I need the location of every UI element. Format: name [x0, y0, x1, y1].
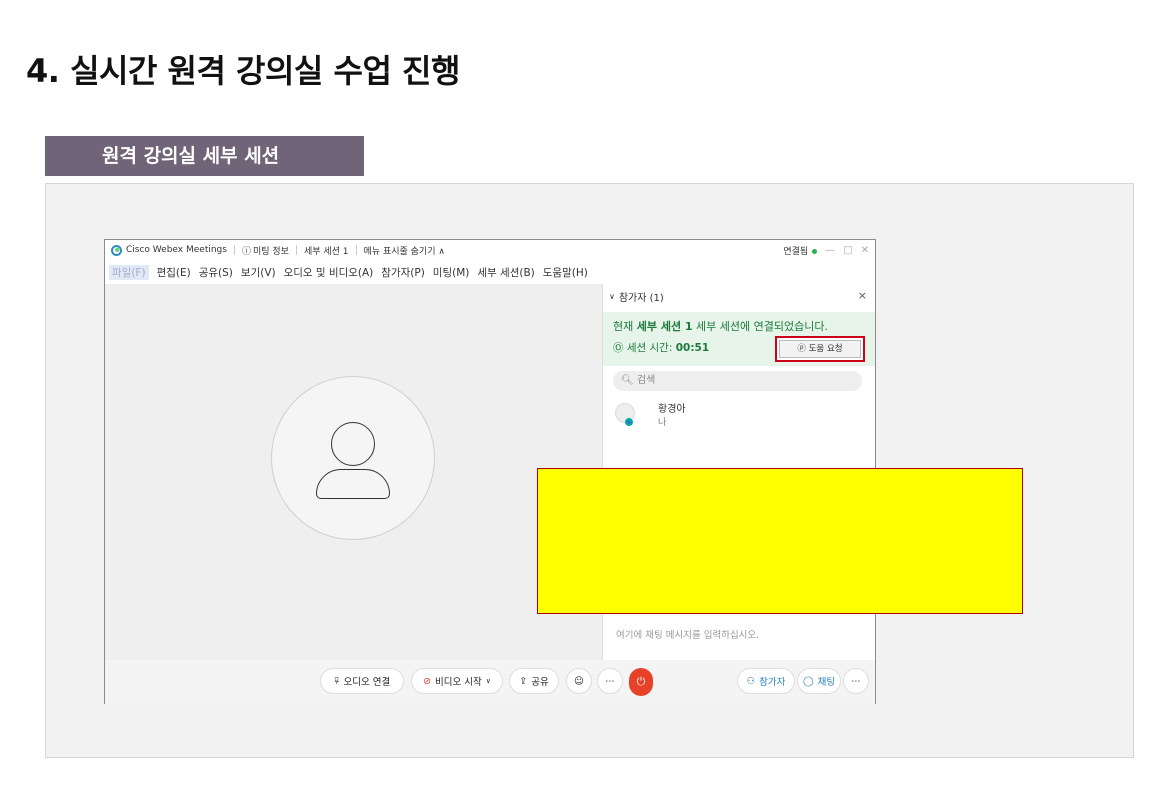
help-icon: ⓟ — [797, 344, 809, 354]
people-icon: ⚇ — [746, 675, 756, 687]
audio-connect-button[interactable]: ⍫ 오디오 연결 — [320, 668, 404, 694]
menu-share[interactable]: 공유(S) — [199, 265, 233, 280]
minimize-icon[interactable]: — — [825, 245, 835, 256]
chevron-down-icon: ∨ — [609, 291, 615, 301]
meeting-toolbar: ⍫ 오디오 연결 ⊘ 비디오 시작 ∨ ⇪ 공유 ☺ ⋯ ⏻ ⚇ 참가자 ◯ 채팅 ⋯ — [105, 660, 875, 704]
connection-status: 연결됨 — [783, 244, 818, 257]
participant-status-icon — [625, 418, 633, 426]
panel-close-icon[interactable]: × — [858, 289, 867, 302]
section-label: 원격 강의실 세부 세션 — [45, 136, 364, 176]
video-start-button[interactable]: ⊘ 비디오 시작 ∨ — [411, 668, 503, 694]
participants-button[interactable]: ⚇ 참가자 — [737, 668, 795, 694]
chat-icon: ◯ — [802, 675, 814, 687]
leave-icon: ⏻ — [636, 675, 646, 688]
avatar-head-icon — [331, 422, 375, 466]
breakout-notice: 현재 세부 세션 1 세부 세션에 연결되었습니다. Ⓞ 세션 시간: 00:5… — [603, 312, 875, 366]
audio-icon: ⍫ — [333, 675, 340, 687]
avatar-body-icon — [316, 469, 390, 499]
maximize-icon[interactable]: □ — [843, 245, 852, 256]
menu-help[interactable]: 도움말(H) — [543, 265, 588, 280]
video-off-icon: ⊘ — [423, 675, 432, 687]
hide-menu-button[interactable]: 메뉴 표시줄 숨기기 ∧ — [364, 244, 445, 257]
menu-file[interactable]: 파일(F) — [109, 264, 149, 280]
share-icon: ⇪ — [519, 675, 528, 687]
chat-input[interactable]: 여기에 채팅 메시지를 입력하십시오. — [616, 627, 759, 641]
participants-header[interactable]: ∨ 참가자 (1) × — [603, 284, 875, 308]
search-icon: 🔍︎ — [621, 375, 637, 386]
title-bar: Cisco Webex Meetings ⓘ 미팅 정보 세부 세션 1 메뉴 … — [105, 240, 875, 260]
more-icon: ⋯ — [605, 675, 615, 687]
smiley-icon: ☺ — [574, 675, 584, 687]
meeting-info-button[interactable]: 미팅 정보 — [253, 244, 289, 257]
app-name: Cisco Webex Meetings — [126, 245, 227, 255]
share-button[interactable]: ⇪ 공유 — [509, 668, 559, 694]
participant-name: 황경아 — [658, 404, 686, 415]
participant-sub: 나 — [658, 418, 667, 428]
more-icon: ⋯ — [851, 675, 861, 687]
menu-audio-video[interactable]: 오디오 및 비디오(A) — [284, 265, 374, 280]
clock-icon: Ⓞ — [613, 342, 627, 354]
menu-edit[interactable]: 편집(E) — [157, 265, 191, 280]
user-avatar-placeholder — [271, 376, 435, 540]
redaction-overlay — [537, 468, 1023, 614]
more-options-button[interactable]: ⋯ — [597, 668, 623, 694]
reactions-button[interactable]: ☺ — [566, 668, 592, 694]
menu-breakout[interactable]: 세부 세션(B) — [477, 265, 534, 280]
video-area — [105, 284, 602, 660]
chevron-down-icon: ∨ — [485, 677, 491, 685]
panel-more-button[interactable]: ⋯ — [843, 668, 869, 694]
webex-logo-icon — [111, 244, 122, 256]
menu-bar: 파일(F) 편집(E) 공유(S) 보기(V) 오디오 및 비디오(A) 참가자… — [105, 263, 588, 281]
menu-meeting[interactable]: 미팅(M) — [433, 265, 470, 280]
chat-button[interactable]: ◯ 채팅 — [797, 668, 841, 694]
leave-meeting-button[interactable]: ⏻ — [629, 668, 653, 696]
search-input[interactable]: 🔍︎ 검색 — [613, 371, 862, 391]
menu-view[interactable]: 보기(V) — [241, 265, 276, 280]
slide-title: 4. 실시간 원격 강의실 수업 진행 — [26, 52, 460, 90]
close-icon[interactable]: ✕ — [861, 245, 869, 256]
help-request-button[interactable]: ⓟ 도움 요청 — [779, 340, 861, 358]
help-request-highlight: ⓟ 도움 요청 — [775, 336, 865, 362]
connected-dot-icon — [812, 248, 818, 254]
menu-participants[interactable]: 참가자(P) — [381, 265, 425, 280]
session-timer: 00:51 — [675, 342, 710, 354]
session-name: 세부 세션 1 — [303, 246, 349, 257]
info-icon: ⓘ — [241, 246, 251, 257]
participant-row[interactable]: 황경아 나 — [613, 397, 853, 433]
